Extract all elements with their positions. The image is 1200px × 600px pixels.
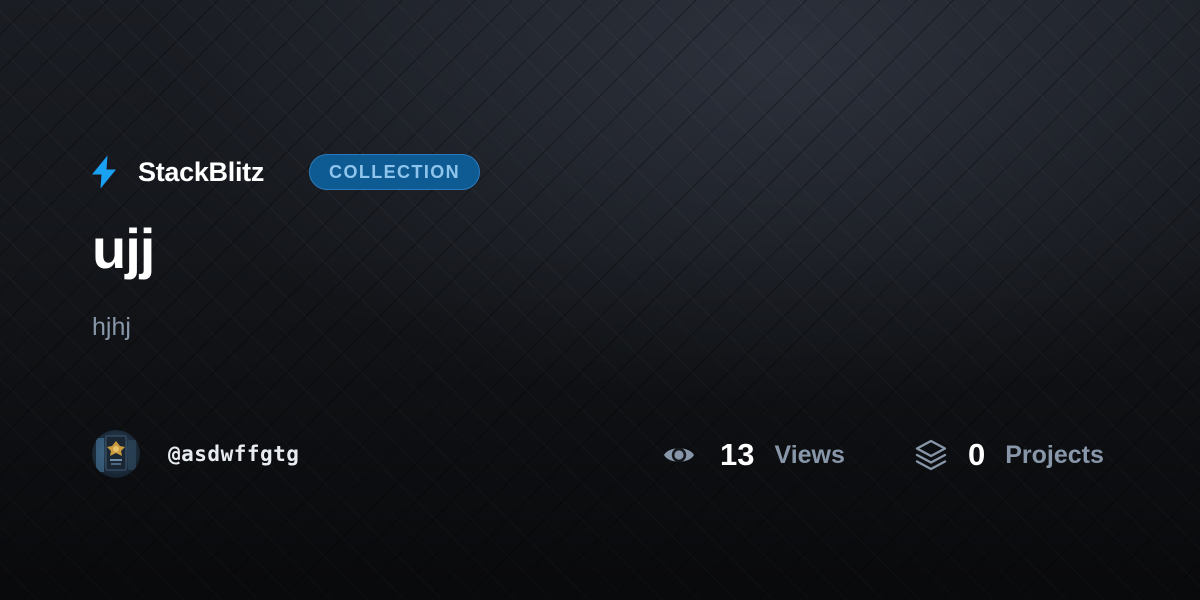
background-texture: [0, 0, 1200, 600]
views-stat: 13 Views: [662, 432, 845, 478]
collection-badge-label: COLLECTION: [329, 161, 461, 182]
projects-count: 0: [968, 437, 986, 472]
author-username[interactable]: @asdwffgtg: [168, 442, 299, 466]
projects-label: Projects: [1005, 440, 1104, 469]
avatar: [92, 430, 140, 478]
collection-share-card: StackBlitz COLLECTION ujj hjhj @asdwffgt…: [0, 0, 1200, 600]
collection-title: ujj: [92, 217, 155, 280]
views-label: Views: [774, 440, 845, 469]
bolt-icon: [92, 155, 116, 189]
brand-row: StackBlitz COLLECTION: [90, 153, 481, 191]
collection-badge: COLLECTION: [309, 154, 481, 190]
brand-name: StackBlitz: [138, 156, 265, 187]
views-count: 13: [720, 437, 755, 472]
layers-icon: [915, 439, 947, 471]
collection-description: hjhj: [92, 313, 131, 341]
background-vignette: [0, 0, 1200, 600]
author: @asdwffgtg: [92, 430, 299, 478]
projects-stat: 0 Projects: [914, 432, 1104, 478]
eye-icon: [664, 447, 694, 463]
